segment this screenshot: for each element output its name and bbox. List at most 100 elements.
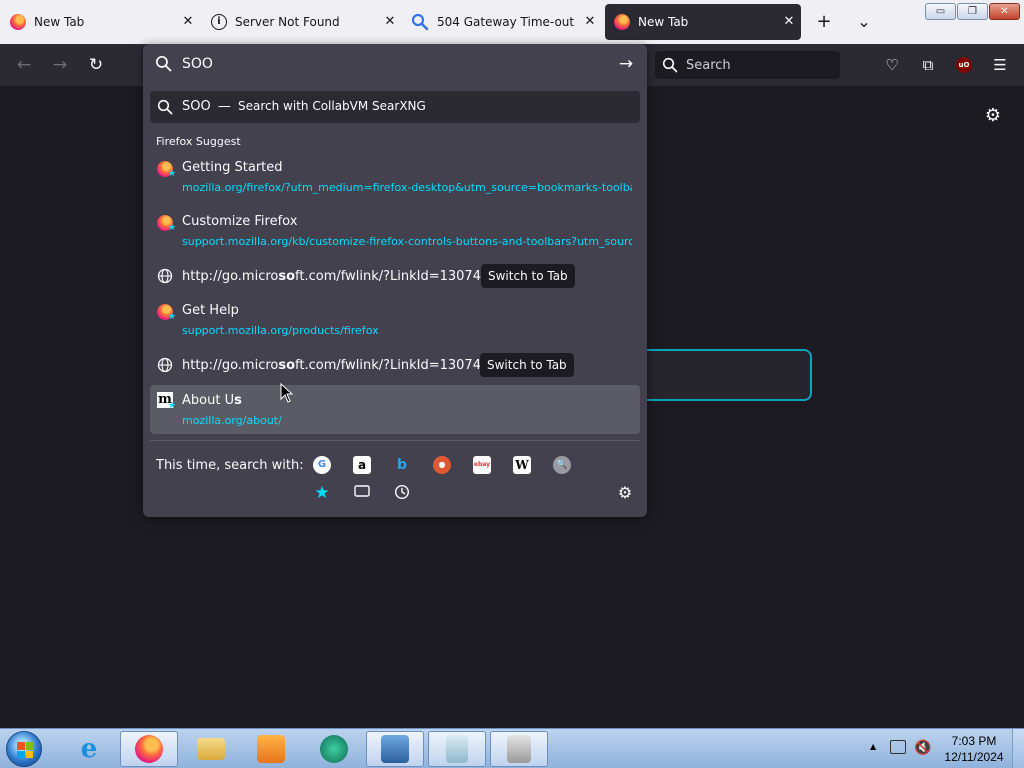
bookmark-star-icon: ★ xyxy=(168,401,177,411)
search-query: SOO xyxy=(182,99,211,114)
volume-muted-icon[interactable]: 🔇 xyxy=(914,740,931,756)
list-all-tabs-button[interactable]: ⌄ xyxy=(854,12,874,32)
result-title: Customize Firefox xyxy=(182,214,298,229)
search-suggestion-text: SOO — Search with CollabVM SearXNG xyxy=(182,99,426,114)
ublock-origin-button[interactable]: uO xyxy=(956,57,972,73)
firefox-icon xyxy=(10,14,26,30)
mouse-cursor-icon xyxy=(280,383,294,403)
back-button[interactable]: ← xyxy=(14,55,34,75)
network-icon[interactable] xyxy=(890,740,906,754)
result-row-get-help[interactable]: ★ Get Help support.mozilla.org/products/… xyxy=(150,299,640,343)
result-url: support.mozilla.org/products/firefox xyxy=(182,324,379,337)
search-bar-placeholder: Search xyxy=(686,57,731,73)
result-row-switch-tab[interactable]: http://go.microsoft.com/fwlink/?LinkId=1… xyxy=(150,262,640,290)
tab-new-tab-1[interactable]: New Tab ✕ xyxy=(4,4,200,40)
close-window-button[interactable]: ✕ xyxy=(989,3,1020,20)
firefox-icon xyxy=(614,14,630,30)
app-menu-button[interactable]: ☰ xyxy=(990,55,1010,75)
notepad-icon xyxy=(446,735,468,763)
taskbar-window[interactable] xyxy=(490,731,548,767)
switch-to-tab-button[interactable]: Switch to Tab xyxy=(481,264,575,288)
tab-label: New Tab xyxy=(34,15,85,29)
result-row-getting-started[interactable]: ★ Getting Started mozilla.org/firefox/?u… xyxy=(150,156,640,200)
taskbar-firefox[interactable] xyxy=(120,731,178,767)
switch-to-tab-button[interactable]: Switch to Tab xyxy=(480,353,574,377)
app-icon xyxy=(320,735,348,763)
taskbar-internet-explorer[interactable]: e xyxy=(60,731,118,767)
taskbar: e ▲ 🔇 7:03 PM 12/11/2024 xyxy=(0,728,1024,768)
tabs-icon[interactable] xyxy=(353,484,371,502)
show-hidden-icons-button[interactable]: ▲ xyxy=(870,742,876,751)
restore-button[interactable]: ❐ xyxy=(957,3,988,20)
info-icon: i xyxy=(211,14,227,30)
result-row-about-us[interactable]: m ★ About Us mozilla.org/about/ xyxy=(150,385,640,434)
result-row-customize-firefox[interactable]: ★ Customize Firefox support.mozilla.org/… xyxy=(150,210,640,254)
globe-icon xyxy=(157,357,173,373)
urlbar-input[interactable]: SOO → xyxy=(143,44,647,86)
taskbar-notepad[interactable] xyxy=(428,731,486,767)
result-title: About Us xyxy=(182,393,242,408)
tab-504-gateway-timeout[interactable]: 504 Gateway Time-out ✕ xyxy=(406,4,602,40)
tab-label: New Tab xyxy=(638,15,689,29)
restore-icon: ❐ xyxy=(968,6,977,17)
forward-button[interactable]: → xyxy=(50,55,70,75)
title-part: ft.com/fwlink/?LinkId=130744 xyxy=(295,358,490,373)
window-icon xyxy=(507,735,531,763)
close-tab-icon[interactable]: ✕ xyxy=(180,14,196,30)
reload-button[interactable]: ↻ xyxy=(86,55,106,75)
title-part: About U xyxy=(182,393,235,408)
result-url: mozilla.org/about/ xyxy=(182,414,282,427)
windows-logo-icon xyxy=(17,742,33,758)
history-icon[interactable] xyxy=(393,484,411,502)
amazon-engine-icon[interactable]: a xyxy=(353,456,371,474)
taskbar-file-explorer[interactable] xyxy=(182,731,240,767)
one-off-search-label: This time, search with: xyxy=(156,458,304,473)
separator: — xyxy=(217,99,231,114)
search-bar[interactable]: Search xyxy=(655,51,840,79)
bookmarks-icon[interactable]: ★ xyxy=(313,484,331,502)
internet-explorer-icon: e xyxy=(80,734,98,764)
search-icon xyxy=(157,99,173,115)
clock[interactable]: 7:03 PM 12/11/2024 xyxy=(944,733,1004,765)
search-icon xyxy=(662,57,678,73)
close-icon: ✕ xyxy=(1000,6,1009,17)
title-match: so xyxy=(278,358,296,373)
result-title: Get Help xyxy=(182,303,239,318)
extensions-button[interactable]: ⧉ xyxy=(918,55,938,75)
bookmark-star-icon: ★ xyxy=(168,223,177,233)
close-tab-icon[interactable]: ✕ xyxy=(582,14,598,30)
search-settings-icon[interactable]: ⚙ xyxy=(616,484,634,502)
title-match: s xyxy=(234,393,242,408)
clock-time: 7:03 PM xyxy=(951,734,997,748)
urlbar-popup: SOO → SOO — Search with CollabVM SearXNG… xyxy=(143,44,647,517)
show-desktop-button[interactable] xyxy=(1012,729,1024,768)
bing-engine-icon[interactable]: b xyxy=(393,456,411,474)
pocket-button[interactable]: ♡ xyxy=(882,55,902,75)
searxng-engine-icon[interactable]: 🔍 xyxy=(553,456,571,474)
minimize-button[interactable]: ▭ xyxy=(925,3,956,20)
divider xyxy=(150,440,640,441)
go-arrow-button[interactable]: → xyxy=(616,54,636,74)
firefox-icon xyxy=(135,735,163,763)
ebay-engine-icon[interactable]: ebay xyxy=(473,456,491,474)
taskbar-app[interactable] xyxy=(305,731,363,767)
title-match: so xyxy=(278,269,296,284)
tab-server-not-found[interactable]: i Server Not Found ✕ xyxy=(206,4,402,40)
google-engine-icon[interactable]: G xyxy=(313,456,331,474)
new-tab-button[interactable]: + xyxy=(814,12,834,32)
taskbar-media-player[interactable] xyxy=(242,731,300,767)
taskbar-control-panel[interactable] xyxy=(366,731,424,767)
start-button[interactable] xyxy=(6,731,42,767)
tab-strip: New Tab ✕ i Server Not Found ✕ 504 Gatew… xyxy=(0,0,1024,44)
result-url: mozilla.org/firefox/?utm_medium=firefox-… xyxy=(182,181,632,194)
close-tab-icon[interactable]: ✕ xyxy=(781,14,797,30)
result-row-switch-tab[interactable]: http://go.microsoft.com/fwlink/?LinkId=1… xyxy=(150,351,640,379)
newtab-settings-icon[interactable]: ⚙ xyxy=(983,106,1003,126)
clock-date: 12/11/2024 xyxy=(944,750,1004,764)
search-suggestion-row[interactable]: SOO — Search with CollabVM SearXNG xyxy=(150,91,640,123)
duckduckgo-engine-icon[interactable]: ● xyxy=(433,456,451,474)
close-tab-icon[interactable]: ✕ xyxy=(382,14,398,30)
title-part: ft.com/fwlink/?LinkId=130744 xyxy=(295,269,490,284)
tab-new-tab-active[interactable]: New Tab ✕ xyxy=(605,4,801,40)
wikipedia-engine-icon[interactable]: W xyxy=(513,456,531,474)
